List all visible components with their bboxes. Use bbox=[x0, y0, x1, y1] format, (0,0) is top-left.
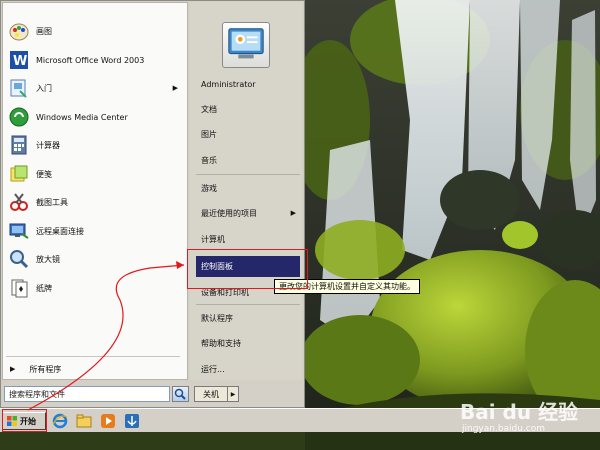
places-item-run[interactable]: 运行... bbox=[196, 359, 300, 379]
all-programs-label: 所有程序 bbox=[29, 364, 62, 374]
places-label: 帮助和支持 bbox=[201, 338, 241, 348]
program-label: 截图工具 bbox=[36, 197, 68, 207]
places-label: 最近使用的项目 bbox=[201, 208, 257, 218]
search-icon bbox=[174, 388, 186, 400]
explorer-icon[interactable] bbox=[76, 413, 92, 429]
places-label: 音乐 bbox=[201, 155, 217, 165]
program-label: 放大镜 bbox=[36, 254, 60, 264]
program-label: Microsoft Office Word 2003 bbox=[36, 55, 145, 65]
program-item-paint[interactable]: 画图 bbox=[2, 18, 182, 44]
remote-desktop-icon bbox=[9, 223, 29, 239]
places-label: 设备和打印机 bbox=[201, 287, 249, 297]
baidu-watermark: Bai du 经验 jingyan.baidu.com bbox=[446, 392, 596, 438]
places-label: 图片 bbox=[201, 129, 217, 139]
places-item-user[interactable]: Administrator bbox=[196, 74, 300, 94]
submenu-arrow-icon: ▶ bbox=[290, 209, 296, 217]
search-button[interactable] bbox=[172, 386, 189, 402]
calculator-icon bbox=[11, 135, 27, 155]
submenu-arrow-icon: ▶ bbox=[172, 84, 178, 92]
word-icon: W bbox=[10, 51, 28, 69]
places-item-control-panel[interactable]: 控制面板 bbox=[196, 256, 300, 277]
extra-app-icon[interactable] bbox=[124, 413, 140, 429]
control-panel-tooltip: 更改您的计算机设置并自定义其功能。 bbox=[274, 279, 420, 294]
places-item-pictures[interactable]: 图片 bbox=[196, 124, 300, 144]
shutdown-options-arrow-icon[interactable]: ▶ bbox=[228, 386, 239, 402]
places-label: 默认程序 bbox=[201, 313, 233, 323]
places-item-recent-items[interactable]: 最近使用的项目 ▶ bbox=[196, 203, 300, 223]
start-label: 开始 bbox=[20, 416, 36, 426]
paint-icon bbox=[9, 23, 29, 41]
places-label: 文档 bbox=[201, 104, 217, 114]
program-label: 便笺 bbox=[36, 169, 52, 179]
places-item-games[interactable]: 游戏 bbox=[196, 178, 300, 198]
program-label: 计算器 bbox=[36, 140, 60, 150]
program-item-calculator[interactable]: 计算器 bbox=[2, 132, 182, 158]
places-item-default-programs[interactable]: 默认程序 bbox=[196, 308, 300, 328]
places-item-computer[interactable]: 计算机 bbox=[196, 229, 300, 249]
program-label: 入门 bbox=[36, 83, 52, 93]
program-item-sticky-notes[interactable]: 便笺 bbox=[2, 161, 182, 187]
program-label: Windows Media Center bbox=[36, 112, 128, 122]
start-button[interactable]: 开始 bbox=[2, 412, 46, 430]
program-label: 画图 bbox=[36, 26, 52, 36]
solitaire-icon bbox=[11, 279, 28, 298]
user-picture bbox=[222, 22, 270, 68]
getting-started-icon bbox=[10, 79, 27, 98]
media-center-icon bbox=[9, 107, 29, 127]
program-label: 远程桌面连接 bbox=[36, 226, 84, 236]
program-item-getting-started[interactable]: 入门 ▶ bbox=[2, 75, 182, 101]
program-item-snipping-tool[interactable]: 截图工具 bbox=[2, 189, 182, 215]
places-label: 控制面板 bbox=[201, 262, 233, 271]
places-label: 游戏 bbox=[201, 183, 217, 193]
all-programs-button[interactable]: ▶ 所有程序 bbox=[2, 360, 182, 378]
snipping-tool-icon bbox=[10, 193, 28, 211]
places-label: 计算机 bbox=[201, 234, 225, 244]
watermark-logo: Bai du 经验 bbox=[460, 400, 579, 424]
magnifier-icon bbox=[10, 250, 29, 269]
ie-icon[interactable] bbox=[52, 413, 68, 429]
media-player-icon[interactable] bbox=[100, 413, 116, 429]
program-item-remote-desktop[interactable]: 远程桌面连接 bbox=[2, 218, 182, 244]
places-label: Administrator bbox=[201, 79, 256, 89]
programs-divider bbox=[6, 356, 180, 357]
sticky-notes-icon bbox=[10, 165, 28, 182]
program-item-solitaire[interactable]: 纸牌 bbox=[2, 275, 182, 301]
windows-logo-icon bbox=[7, 416, 17, 426]
places-item-help-support[interactable]: 帮助和支持 bbox=[196, 333, 300, 353]
program-label: 纸牌 bbox=[36, 283, 52, 293]
search-row bbox=[4, 385, 190, 403]
watermark-url: jingyan.baidu.com bbox=[462, 424, 546, 434]
search-input[interactable] bbox=[4, 386, 170, 402]
program-item-media-center[interactable]: Windows Media Center bbox=[2, 104, 182, 130]
expand-arrow-icon: ▶ bbox=[10, 365, 16, 373]
places-item-music[interactable]: 音乐 bbox=[196, 150, 300, 170]
program-item-word[interactable]: W Microsoft Office Word 2003 bbox=[2, 47, 182, 73]
places-divider bbox=[196, 174, 300, 175]
svg-text:W: W bbox=[13, 54, 27, 69]
program-item-magnifier[interactable]: 放大镜 bbox=[2, 246, 182, 272]
places-item-documents[interactable]: 文档 bbox=[196, 99, 300, 119]
places-label: 运行... bbox=[201, 364, 225, 374]
shutdown-group: 关机 ▶ bbox=[194, 386, 239, 402]
shutdown-button[interactable]: 关机 bbox=[194, 386, 228, 402]
places-divider bbox=[196, 304, 300, 305]
